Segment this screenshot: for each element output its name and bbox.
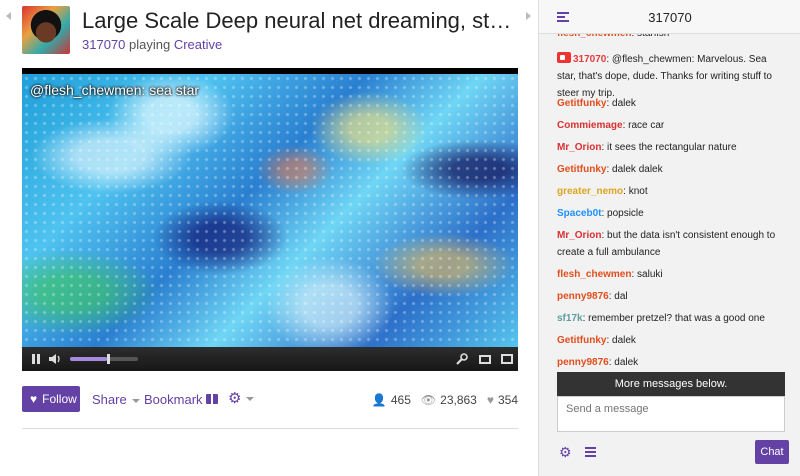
broadcaster-icon	[557, 52, 571, 63]
divider	[22, 428, 518, 429]
chat-messages: flesh_chewmen: starfish317070: @flesh_ch…	[539, 34, 800, 388]
video-watermark: @flesh_chewmen: sea star	[30, 82, 200, 98]
chat-message: flesh_chewmen: saluki	[557, 266, 787, 283]
channel-link[interactable]: 317070	[82, 37, 125, 52]
collapse-right-icon[interactable]	[526, 12, 531, 20]
volume-handle[interactable]	[107, 354, 111, 364]
share-dropdown[interactable]: Share	[92, 392, 140, 407]
viewer-count: 465	[390, 393, 411, 407]
chat-username[interactable]: greater_nemo	[557, 186, 623, 197]
chat-message: Mr_Orion: it sees the rectangular nature	[557, 139, 787, 156]
chat-username[interactable]: Mr_Orion	[557, 230, 601, 241]
list-icon[interactable]	[585, 447, 596, 459]
chat-username[interactable]: flesh_chewmen	[557, 34, 631, 39]
bookmark-button[interactable]: Bookmark	[144, 392, 203, 407]
action-bar: ♥ Follow Share Bookmark ⚙ 👤 465 👁 23,863 ♥…	[22, 386, 518, 412]
share-label: Share	[92, 392, 127, 407]
chat-message-text: : remember pretzel? that was a good one	[582, 313, 765, 324]
fullscreen-icon[interactable]	[498, 347, 516, 371]
channel-avatar[interactable]	[22, 6, 70, 54]
chat-username[interactable]: 317070	[573, 54, 606, 65]
volume-icon[interactable]	[46, 347, 64, 371]
chat-username[interactable]: flesh_chewmen	[557, 269, 631, 280]
chat-button[interactable]: Chat	[755, 440, 789, 464]
chat-input[interactable]	[557, 396, 785, 432]
chat-message-text: : popsicle	[601, 208, 644, 219]
chat-username[interactable]: penny9876	[557, 291, 609, 302]
viewer-stat: 👤 465	[372, 393, 411, 407]
chat-message: greater_nemo: knot	[557, 183, 787, 200]
video-frame[interactable]: @flesh_chewmen: sea star	[22, 74, 518, 347]
view-count: 23,863	[440, 393, 477, 407]
view-stat: 👁 23,863	[421, 393, 477, 407]
settings-dropdown[interactable]: ⚙	[228, 389, 255, 407]
wrench-icon[interactable]	[452, 347, 470, 371]
channel-stats: 👤 465 👁 23,863 ♥ 354	[372, 393, 518, 407]
chat-message-text: : knot	[623, 186, 648, 197]
chat-username[interactable]: Spaceb0t	[557, 208, 601, 219]
chat-message: Mr_Orion: but the data isn't consistent …	[557, 227, 787, 261]
gear-icon: ⚙	[228, 390, 242, 407]
chat-message-text: : race car	[622, 120, 665, 131]
player-controls	[22, 347, 518, 371]
chat-message-text: : saluki	[631, 269, 663, 280]
chat-message: Getitfunky: dalek dalek	[557, 161, 787, 178]
channel-pane: Large Scale Deep neural net dreaming, st…	[0, 0, 538, 476]
chat-username[interactable]: Getitfunky	[557, 98, 606, 109]
follow-button[interactable]: ♥ Follow	[22, 386, 80, 412]
heart-icon: ♥	[486, 393, 494, 407]
chat-username[interactable]: penny9876	[557, 357, 609, 368]
follower-count: 354	[497, 393, 518, 407]
follow-label: Follow	[42, 392, 77, 406]
game-link[interactable]: Creative	[174, 37, 222, 52]
collapse-left-icon[interactable]	[6, 12, 11, 20]
chevron-down-icon	[246, 397, 255, 402]
chat-username[interactable]: Getitfunky	[557, 335, 606, 346]
chat-username[interactable]: sf17k	[557, 313, 583, 324]
chat-username[interactable]: Commiemage	[557, 120, 623, 131]
stream-title: Large Scale Deep neural net dreaming, st…	[82, 8, 522, 33]
chat-message-text: : dalek	[608, 357, 639, 368]
chat-message-text: : dalek	[606, 98, 636, 109]
chat-message: flesh_chewmen: starfish	[557, 34, 787, 42]
chevron-down-icon	[131, 398, 140, 403]
chat-message-text: : dalek	[606, 335, 636, 346]
chat-username[interactable]: Mr_Orion	[557, 142, 601, 153]
playing-text: playing	[125, 37, 174, 52]
heart-icon: ♥	[30, 392, 38, 406]
chat-title: 317070	[648, 10, 692, 25]
chat-message: Getitfunky: dalek	[557, 95, 787, 112]
more-messages-banner[interactable]: More messages below.	[557, 372, 785, 396]
chat-message: Getitfunky: dalek	[557, 332, 787, 349]
theater-mode-icon[interactable]	[476, 347, 494, 371]
chat-pane: 317070 flesh_chewmen: starfish317070: @f…	[538, 0, 800, 476]
chat-username[interactable]: Getitfunky	[557, 164, 606, 175]
chat-message: sf17k: remember pretzel? that was a good…	[557, 310, 787, 327]
gear-icon[interactable]: ⚙	[559, 444, 572, 461]
follower-stat: ♥ 354	[487, 393, 518, 407]
chat-message: Commiemage: race car	[557, 117, 787, 134]
video-player[interactable]: @flesh_chewmen: sea star	[22, 68, 518, 371]
chat-message-text: : starfish	[631, 34, 669, 39]
chat-message: penny9876: dal	[557, 288, 787, 305]
volume-level	[70, 357, 108, 361]
book-icon[interactable]	[206, 394, 218, 404]
chat-message-text: : dal	[608, 291, 628, 302]
chat-message: Spaceb0t: popsicle	[557, 205, 787, 222]
person-icon: 👤	[371, 393, 387, 407]
chat-message: penny9876: dalek	[557, 354, 787, 371]
eye-icon: 👁	[420, 393, 437, 407]
pause-icon[interactable]	[28, 347, 44, 371]
chat-message-text: : dalek dalek	[606, 164, 663, 175]
chat-header: 317070	[539, 0, 800, 34]
volume-slider[interactable]	[70, 354, 138, 364]
chat-message-text: : it sees the rectangular nature	[601, 142, 737, 153]
stream-subtitle: 317070 playing Creative	[82, 37, 222, 52]
